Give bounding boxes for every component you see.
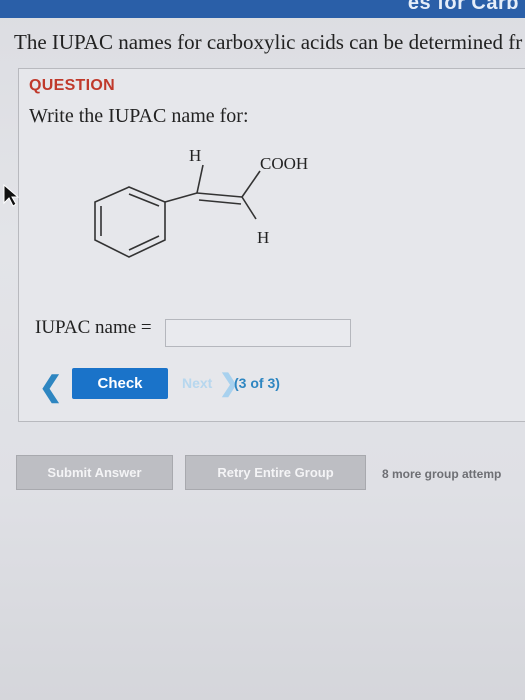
atom-h-top: H — [189, 147, 201, 165]
mouse-cursor-icon — [3, 184, 19, 207]
retry-group-button[interactable]: Retry Entire Group — [185, 455, 366, 490]
intro-text: The IUPAC names for carboxylic acids can… — [14, 30, 523, 54]
benzene-ring — [94, 186, 166, 258]
question-label: QUESTION — [29, 77, 115, 94]
header-title: es for Carb — [407, 0, 519, 14]
alkene-double-bond — [196, 192, 243, 198]
chemical-structure: H COOH H — [94, 147, 308, 258]
attempts-remaining-text: 8 more group attemp — [382, 467, 502, 481]
question-prompt: Write the IUPAC name for: — [29, 105, 249, 127]
chevron-left-icon[interactable]: ❮ — [39, 370, 62, 403]
submit-answer-button[interactable]: Submit Answer — [16, 455, 173, 490]
question-panel: QUESTION Write the IUPAC name for: H COO… — [18, 68, 525, 422]
iupac-name-label: IUPAC name = — [35, 317, 152, 338]
progress-indicator: (3 of 3) — [234, 375, 280, 391]
atom-h-bottom: H — [257, 228, 269, 247]
header-banner: es for Carb — [0, 0, 525, 18]
iupac-name-input[interactable] — [165, 319, 351, 347]
next-link[interactable]: Next — [182, 375, 212, 391]
check-button[interactable]: Check — [72, 368, 168, 399]
group-cooh: COOH — [260, 154, 308, 173]
